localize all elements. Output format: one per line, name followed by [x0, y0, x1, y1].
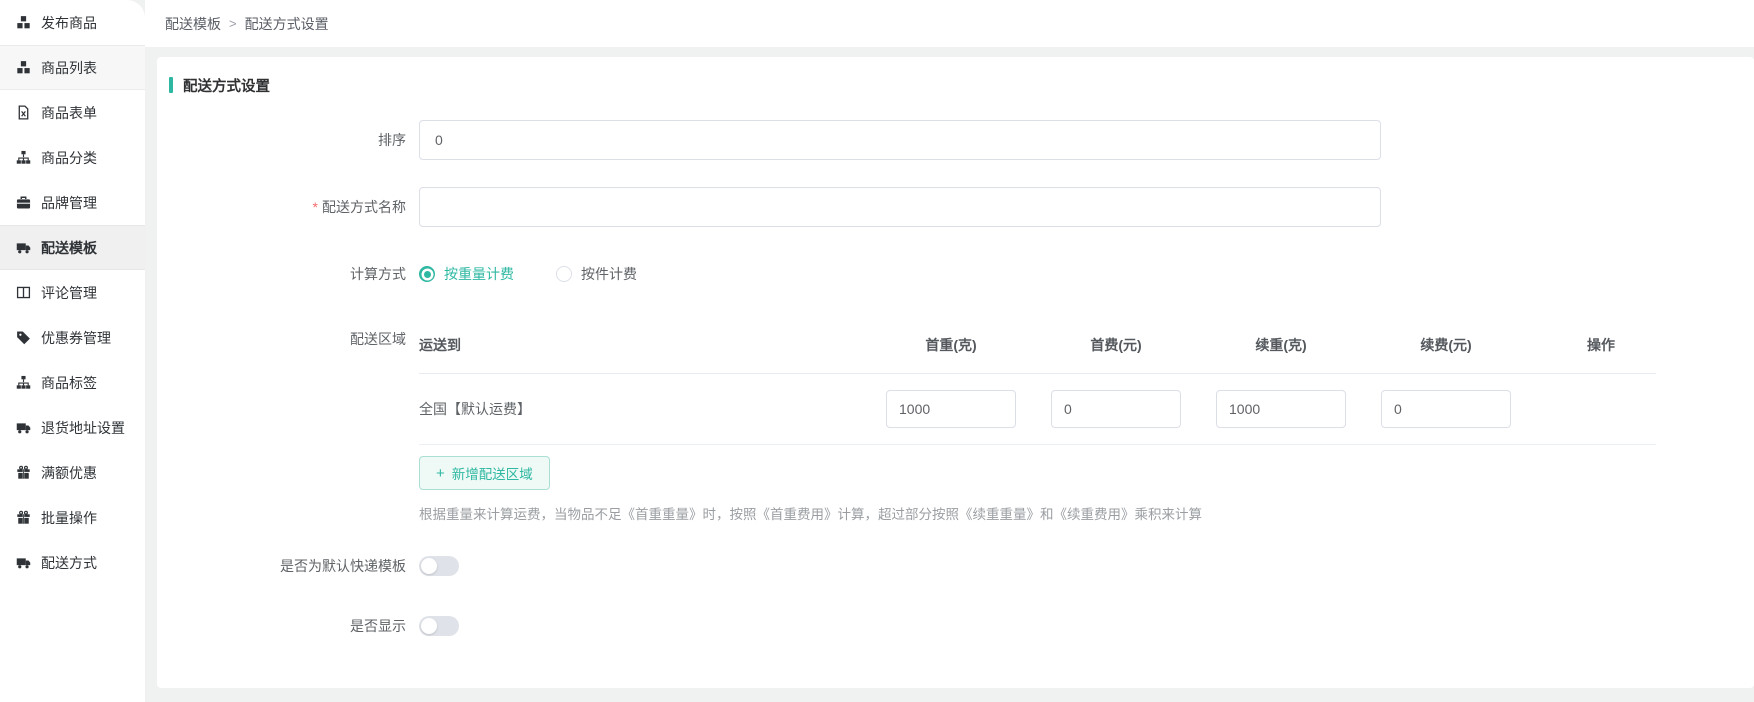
calc-method-row: 计算方式 按重量计费 按件计费: [169, 254, 1730, 294]
truck-icon: [16, 555, 31, 570]
sidebar-item-12[interactable]: 批量操作: [0, 495, 145, 540]
sidebar-item-label: 商品分类: [41, 148, 97, 168]
sidebar-item-label: 商品标签: [41, 373, 97, 393]
truck-icon: [16, 240, 31, 255]
sidebar-item-label: 评论管理: [41, 283, 97, 303]
truck-icon: [16, 420, 31, 435]
sidebar-item-7[interactable]: 评论管理: [0, 270, 145, 315]
sidebar-item-8[interactable]: 优惠券管理: [0, 315, 145, 360]
sidebar-item-label: 配送方式: [41, 553, 97, 573]
gift-icon: [16, 465, 31, 480]
radio-by-weight-label: 按重量计费: [444, 264, 514, 284]
calc-method-options: 按重量计费 按件计费: [419, 254, 679, 294]
header-first-fee: 首费(元): [1051, 335, 1181, 355]
page: 发布商品 商品列表 商品表单 商品分类 品牌管理 配送模板 评论管理: [0, 0, 1754, 702]
visible-label: 是否显示: [169, 616, 419, 636]
cubes-icon: [16, 60, 31, 75]
sidebar-item-label: 发布商品: [41, 13, 97, 33]
section-title-accent-bar: [169, 77, 173, 93]
toggle-knob: [421, 618, 437, 634]
file-excel-icon: [16, 105, 31, 120]
sidebar: 发布商品 商品列表 商品表单 商品分类 品牌管理 配送模板 评论管理: [0, 0, 145, 702]
default-template-row: 是否为默认快递模板: [169, 556, 1730, 576]
add-delivery-area-button[interactable]: + 新增配送区域: [419, 456, 550, 490]
breadcrumb: 配送模板 > 配送方式设置: [145, 0, 1754, 47]
sidebar-item-13[interactable]: 配送方式: [0, 540, 145, 585]
cubes-icon: [16, 15, 31, 30]
header-additional-fee: 续费(元): [1381, 335, 1511, 355]
breadcrumb-separator: >: [229, 16, 237, 31]
tag-icon: [16, 330, 31, 345]
main-area: 配送模板 > 配送方式设置 配送方式设置 排序 *配送方式名称: [145, 0, 1754, 688]
radio-unselected-icon: [556, 266, 572, 282]
delivery-area-table: 运送到 首重(克) 首费(元) 续重(克) 续费(元) 操作 全国【默认运费】: [419, 321, 1656, 523]
delivery-name-input[interactable]: [419, 187, 1381, 227]
sidebar-item-label: 配送模板: [41, 238, 97, 258]
sitemap-icon: [16, 150, 31, 165]
sidebar-item-label: 品牌管理: [41, 193, 97, 213]
default-template-label: 是否为默认快递模板: [169, 556, 419, 576]
page-title: 配送方式设置: [183, 75, 270, 96]
name-row: *配送方式名称: [169, 187, 1730, 227]
sidebar-item-3[interactable]: 商品表单: [0, 90, 145, 135]
settings-card: 配送方式设置 排序 *配送方式名称 计算方式 按重量计: [157, 57, 1754, 688]
table-row: 全国【默认运费】: [419, 374, 1656, 445]
sidebar-item-10[interactable]: 退货地址设置: [0, 405, 145, 450]
delivery-area-row: 配送区域 运送到 首重(克) 首费(元) 续重(克) 续费(元) 操作 全国【默…: [169, 321, 1730, 523]
header-destination: 运送到: [419, 335, 886, 355]
sidebar-item-label: 退货地址设置: [41, 418, 125, 438]
sidebar-item-9[interactable]: 商品标签: [0, 360, 145, 405]
sidebar-item-label: 商品表单: [41, 103, 97, 123]
breadcrumb-parent[interactable]: 配送模板: [165, 14, 221, 34]
header-first-weight: 首重(克): [886, 335, 1016, 355]
header-additional-weight: 续重(克): [1216, 335, 1346, 355]
radio-by-piece[interactable]: 按件计费: [556, 264, 637, 284]
visible-toggle[interactable]: [419, 616, 459, 636]
destination-cell: 全国【默认运费】: [419, 399, 886, 419]
breadcrumb-current: 配送方式设置: [245, 14, 329, 34]
additional-fee-input[interactable]: [1381, 390, 1511, 428]
additional-weight-input[interactable]: [1216, 390, 1346, 428]
sidebar-item-5[interactable]: 品牌管理: [0, 180, 145, 225]
gift-icon: [16, 510, 31, 525]
table-header-row: 运送到 首重(克) 首费(元) 续重(克) 续费(元) 操作: [419, 321, 1656, 374]
radio-by-piece-label: 按件计费: [581, 264, 637, 284]
sidebar-item-11[interactable]: 满额优惠: [0, 450, 145, 495]
weight-calc-help-text: 根据重量来计算运费，当物品不足《首重重量》时，按照《首重费用》计算，超过部分按照…: [419, 503, 1656, 523]
sidebar-item-label: 满额优惠: [41, 463, 97, 483]
section-title: 配送方式设置: [169, 75, 1730, 95]
required-mark: *: [313, 199, 318, 215]
delivery-area-label: 配送区域: [169, 321, 419, 349]
sitemap-icon: [16, 375, 31, 390]
sort-input[interactable]: [419, 120, 1381, 160]
header-operation: 操作: [1546, 335, 1656, 355]
sidebar-item-6[interactable]: 配送模板: [0, 225, 145, 270]
first-weight-input[interactable]: [886, 390, 1016, 428]
plus-icon: +: [436, 466, 445, 481]
sidebar-item-label: 批量操作: [41, 508, 97, 528]
sidebar-item-2[interactable]: 商品列表: [0, 45, 145, 90]
columns-icon: [16, 285, 31, 300]
calc-method-label: 计算方式: [169, 254, 419, 294]
sort-label: 排序: [169, 120, 419, 160]
add-delivery-area-label: 新增配送区域: [452, 463, 533, 483]
toggle-knob: [421, 558, 437, 574]
name-label: *配送方式名称: [169, 187, 419, 227]
sidebar-item-4[interactable]: 商品分类: [0, 135, 145, 180]
briefcase-icon: [16, 195, 31, 210]
sort-row: 排序: [169, 120, 1730, 160]
first-fee-input[interactable]: [1051, 390, 1181, 428]
default-template-toggle[interactable]: [419, 556, 459, 576]
sidebar-item-label: 优惠券管理: [41, 328, 111, 348]
radio-selected-icon: [419, 266, 435, 282]
sidebar-item-1[interactable]: 发布商品: [0, 0, 145, 45]
visible-row: 是否显示: [169, 616, 1730, 636]
sidebar-item-label: 商品列表: [41, 58, 97, 78]
radio-by-weight[interactable]: 按重量计费: [419, 264, 514, 284]
